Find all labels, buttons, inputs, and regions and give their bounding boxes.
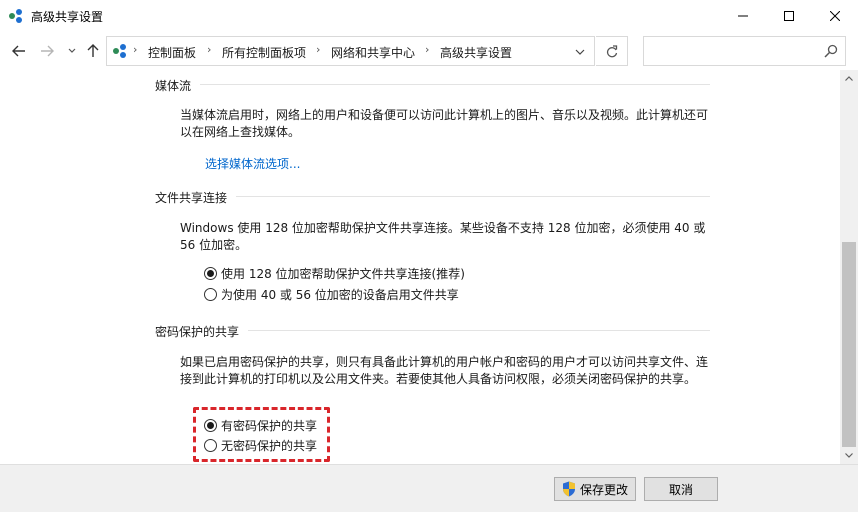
minimize-button[interactable] [720,0,766,32]
network-icon [9,9,22,23]
footer-bar: 保存更改 取消 [0,464,858,512]
radio-option-128bit[interactable]: 使用 128 位加密帮助保护文件共享连接(推荐) [204,265,465,281]
breadcrumb-separator: › [207,43,212,56]
section-heading-password-sharing: 密码保护的共享 [155,325,240,339]
up-button[interactable] [84,42,102,60]
password-sharing-description: 如果已启用密码保护的共享，则只有具备此计算机的用户帐户和密码的用户才可以访问共享… [180,355,709,386]
forward-arrow-icon [41,45,54,57]
close-button[interactable] [812,0,858,32]
title-bar: 高级共享设置 [0,0,858,32]
scroll-up-button[interactable] [840,70,858,87]
media-description: 当媒体流启用时，网络上的用户和设备便可以访问此计算机上的图片、音乐以及视频。此计… [180,108,709,139]
refresh-button[interactable] [596,36,628,66]
radio-button-checked[interactable] [204,266,217,280]
radio-option-40-56bit[interactable]: 为使用 40 或 56 位加密的设备启用文件共享 [204,286,459,302]
maximize-button[interactable] [766,0,812,32]
shield-icon [562,481,575,497]
chevron-down-icon [575,49,585,55]
settings-content: 媒体流 当媒体流启用时，网络上的用户和设备便可以访问此计算机上的图片、音乐以及视… [0,70,840,464]
radio-button[interactable] [204,287,217,301]
chevron-down-icon [68,48,76,53]
vertical-scrollbar[interactable] [840,70,858,464]
breadcrumb-item-network-center[interactable]: 网络和共享中心 [331,44,415,61]
section-divider [236,196,710,197]
window-title: 高级共享设置 [31,10,104,24]
radio-label: 为使用 40 或 56 位加密的设备启用文件共享 [221,287,459,302]
search-input[interactable] [643,36,846,66]
breadcrumb-separator: › [133,43,138,56]
media-streaming-options-link[interactable]: 选择媒体流选项... [205,155,300,172]
breadcrumb-item-control-panel[interactable]: 控制面板 [148,44,196,61]
back-button[interactable] [10,42,28,60]
scroll-down-button[interactable] [840,447,858,464]
back-arrow-icon [12,45,25,57]
section-heading-file-sharing: 文件共享连接 [155,191,228,205]
recent-locations-button[interactable] [66,42,78,60]
breadcrumb-item-advanced-sharing[interactable]: 高级共享设置 [440,44,512,61]
radio-label: 使用 128 位加密帮助保护文件共享连接(推荐) [221,266,465,281]
cancel-button-label: 取消 [668,482,693,497]
close-icon [830,11,840,21]
address-dropdown-button[interactable] [573,45,587,59]
breadcrumb-separator: › [316,43,321,56]
breadcrumb-separator: › [425,43,430,56]
save-changes-button[interactable]: 保存更改 [554,477,636,501]
chevron-down-icon [845,453,853,458]
chevron-up-icon [845,76,853,81]
up-arrow-icon [87,44,99,57]
navigation-bar: › 控制面板 › 所有控制面板项 › 网络和共享中心 › 高级共享设置 [0,32,858,70]
minimize-icon [738,15,748,17]
section-heading-media: 媒体流 [155,79,192,93]
file-sharing-description: Windows 使用 128 位加密帮助保护文件共享连接。某些设备不支持 128… [180,221,706,252]
refresh-icon [606,44,617,57]
breadcrumb-item-all-items[interactable]: 所有控制面板项 [222,44,306,61]
section-divider [248,330,710,331]
address-bar[interactable]: › 控制面板 › 所有控制面板项 › 网络和共享中心 › 高级共享设置 [106,36,595,66]
forward-button[interactable] [38,42,56,60]
network-icon [113,44,126,58]
save-button-label: 保存更改 [579,482,628,497]
search-icon [824,44,838,58]
highlight-annotation [193,407,330,462]
section-divider [200,84,710,85]
maximize-icon [784,11,794,21]
cancel-button[interactable]: 取消 [644,477,718,501]
scrollbar-thumb[interactable] [842,242,856,447]
